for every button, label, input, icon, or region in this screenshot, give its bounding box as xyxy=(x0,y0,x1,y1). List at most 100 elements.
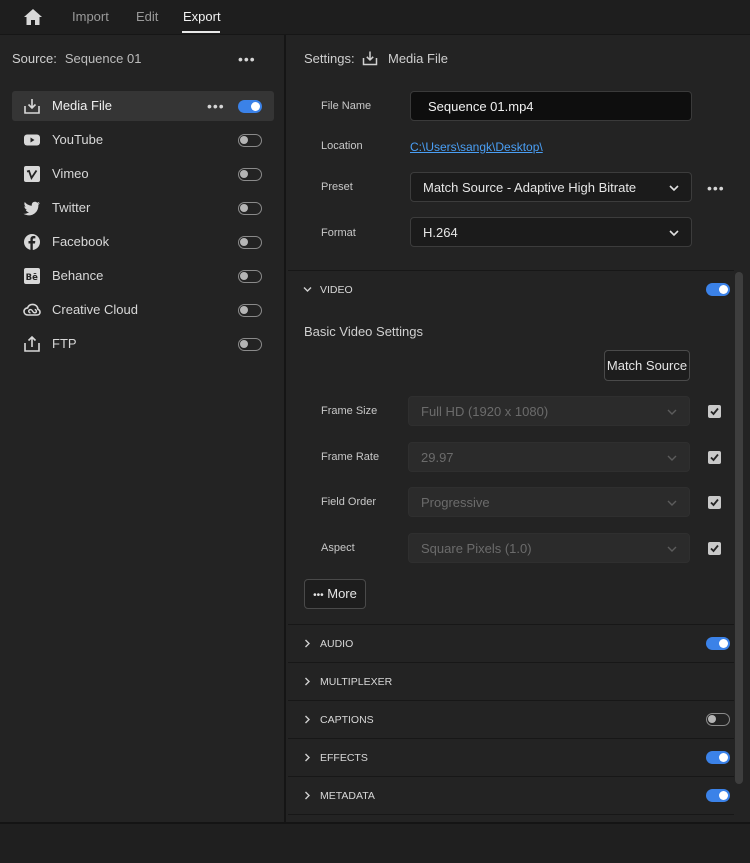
location-link[interactable]: C:\Users\sangk\Desktop\ xyxy=(410,140,543,154)
frame-size-label: Frame Size xyxy=(321,405,378,417)
divider xyxy=(288,814,734,815)
destination-label: Twitter xyxy=(52,200,91,215)
basic-video-settings-title: Basic Video Settings xyxy=(304,324,423,339)
video-toggle[interactable] xyxy=(706,283,730,296)
section-title: CAPTIONS xyxy=(320,714,374,726)
upload-icon xyxy=(24,335,40,352)
destinations-panel: Source: Sequence 01 ••• Media File ••• Yo… xyxy=(0,35,286,822)
facebook-icon xyxy=(24,234,40,250)
preset-more-options-icon[interactable]: ••• xyxy=(707,181,725,195)
location-label: Location xyxy=(321,140,363,152)
home-icon[interactable] xyxy=(23,8,43,26)
tab-import[interactable]: Import xyxy=(72,9,109,24)
destination-facebook[interactable]: Facebook xyxy=(12,227,274,257)
frame-rate-select[interactable]: 29.97 xyxy=(408,442,690,472)
chevron-down-icon xyxy=(669,230,679,237)
chevron-down-icon xyxy=(667,500,677,506)
section-multiplexer[interactable]: MULTIPLEXER xyxy=(288,663,734,701)
preset-value: Match Source - Adaptive High Bitrate xyxy=(423,180,637,195)
format-select[interactable]: H.264 xyxy=(410,217,692,247)
section-video[interactable]: VIDEO xyxy=(288,271,734,309)
youtube-icon xyxy=(24,134,40,146)
media-file-more-icon[interactable]: ••• xyxy=(207,99,225,113)
file-name-input[interactable]: Sequence 01.mp4 xyxy=(410,91,692,121)
creative-cloud-icon xyxy=(23,303,41,316)
media-file-toggle[interactable] xyxy=(238,100,262,113)
vimeo-toggle[interactable] xyxy=(238,168,262,181)
section-metadata[interactable]: METADATA xyxy=(288,777,734,815)
format-value: H.264 xyxy=(423,225,458,240)
destination-ftp[interactable]: FTP xyxy=(12,329,274,359)
destination-youtube[interactable]: YouTube xyxy=(12,125,274,155)
creative-cloud-toggle[interactable] xyxy=(238,304,262,317)
tab-export[interactable]: Export xyxy=(183,9,221,24)
field-order-value: Progressive xyxy=(421,495,490,510)
behance-toggle[interactable] xyxy=(238,270,262,283)
frame-rate-checkbox[interactable] xyxy=(708,451,721,464)
svg-text:Bē: Bē xyxy=(26,273,38,283)
section-effects[interactable]: EFFECTS xyxy=(288,739,734,777)
youtube-toggle[interactable] xyxy=(238,134,262,147)
match-source-button[interactable]: Match Source xyxy=(604,350,690,381)
frame-size-checkbox[interactable] xyxy=(708,405,721,418)
destination-behance[interactable]: Bē Behance xyxy=(12,261,274,291)
field-order-label: Field Order xyxy=(321,496,377,508)
checkmark-icon xyxy=(710,544,719,553)
twitter-toggle[interactable] xyxy=(238,202,262,215)
tab-edit[interactable]: Edit xyxy=(136,9,158,24)
settings-scrollbar[interactable] xyxy=(735,272,743,784)
aspect-select[interactable]: Square Pixels (1.0) xyxy=(408,533,690,563)
active-tab-indicator xyxy=(182,31,220,33)
destination-label: Vimeo xyxy=(52,166,89,181)
destination-twitter[interactable]: Twitter xyxy=(12,193,274,223)
download-icon xyxy=(24,99,40,114)
metadata-toggle[interactable] xyxy=(706,789,730,802)
source-row: Source: Sequence 01 xyxy=(12,51,141,66)
effects-toggle[interactable] xyxy=(706,751,730,764)
frame-size-value: Full HD (1920 x 1080) xyxy=(421,404,549,419)
section-title: EFFECTS xyxy=(320,752,368,764)
section-captions[interactable]: CAPTIONS xyxy=(288,701,734,739)
source-label: Source: xyxy=(12,51,57,66)
top-nav-bar: Import Edit Export xyxy=(0,0,750,35)
destination-vimeo[interactable]: Vimeo xyxy=(12,159,274,189)
download-icon xyxy=(362,51,378,66)
facebook-toggle[interactable] xyxy=(238,236,262,249)
field-order-select[interactable]: Progressive xyxy=(408,487,690,517)
chevron-right-icon xyxy=(305,677,310,686)
chevron-down-icon xyxy=(669,185,679,192)
section-audio[interactable]: AUDIO xyxy=(288,625,734,663)
destination-label: Creative Cloud xyxy=(52,302,138,317)
chevron-down-icon xyxy=(667,455,677,461)
chevron-right-icon xyxy=(305,791,310,800)
more-button[interactable]: ••• More xyxy=(304,579,366,609)
frame-rate-value: 29.97 xyxy=(421,450,454,465)
chevron-right-icon xyxy=(305,753,310,762)
ftp-toggle[interactable] xyxy=(238,338,262,351)
aspect-label: Aspect xyxy=(321,542,355,554)
preset-select[interactable]: Match Source - Adaptive High Bitrate xyxy=(410,172,692,202)
captions-toggle[interactable] xyxy=(706,713,730,726)
format-label: Format xyxy=(321,227,356,239)
destination-creative-cloud[interactable]: Creative Cloud xyxy=(12,295,274,325)
settings-panel: Settings: Media File File Name Sequence … xyxy=(288,35,750,822)
destination-label: YouTube xyxy=(52,132,104,147)
section-title: AUDIO xyxy=(320,638,354,650)
destination-label: Facebook xyxy=(52,234,110,249)
field-order-checkbox[interactable] xyxy=(708,496,721,509)
more-dots-icon: ••• xyxy=(313,590,324,601)
bottom-bar xyxy=(0,822,750,863)
settings-destination: Media File xyxy=(388,51,448,66)
audio-toggle[interactable] xyxy=(706,637,730,650)
destination-label: Behance xyxy=(52,268,104,283)
settings-header: Settings: Media File xyxy=(304,51,448,66)
source-more-options-icon[interactable]: ••• xyxy=(238,52,256,66)
chevron-down-icon xyxy=(667,409,677,415)
behance-icon: Bē xyxy=(24,268,40,284)
aspect-checkbox[interactable] xyxy=(708,542,721,555)
more-button-label: More xyxy=(327,586,357,601)
destination-media-file[interactable]: Media File ••• xyxy=(12,91,274,121)
frame-size-select[interactable]: Full HD (1920 x 1080) xyxy=(408,396,690,426)
destination-label: FTP xyxy=(52,336,77,351)
aspect-value: Square Pixels (1.0) xyxy=(421,541,532,556)
